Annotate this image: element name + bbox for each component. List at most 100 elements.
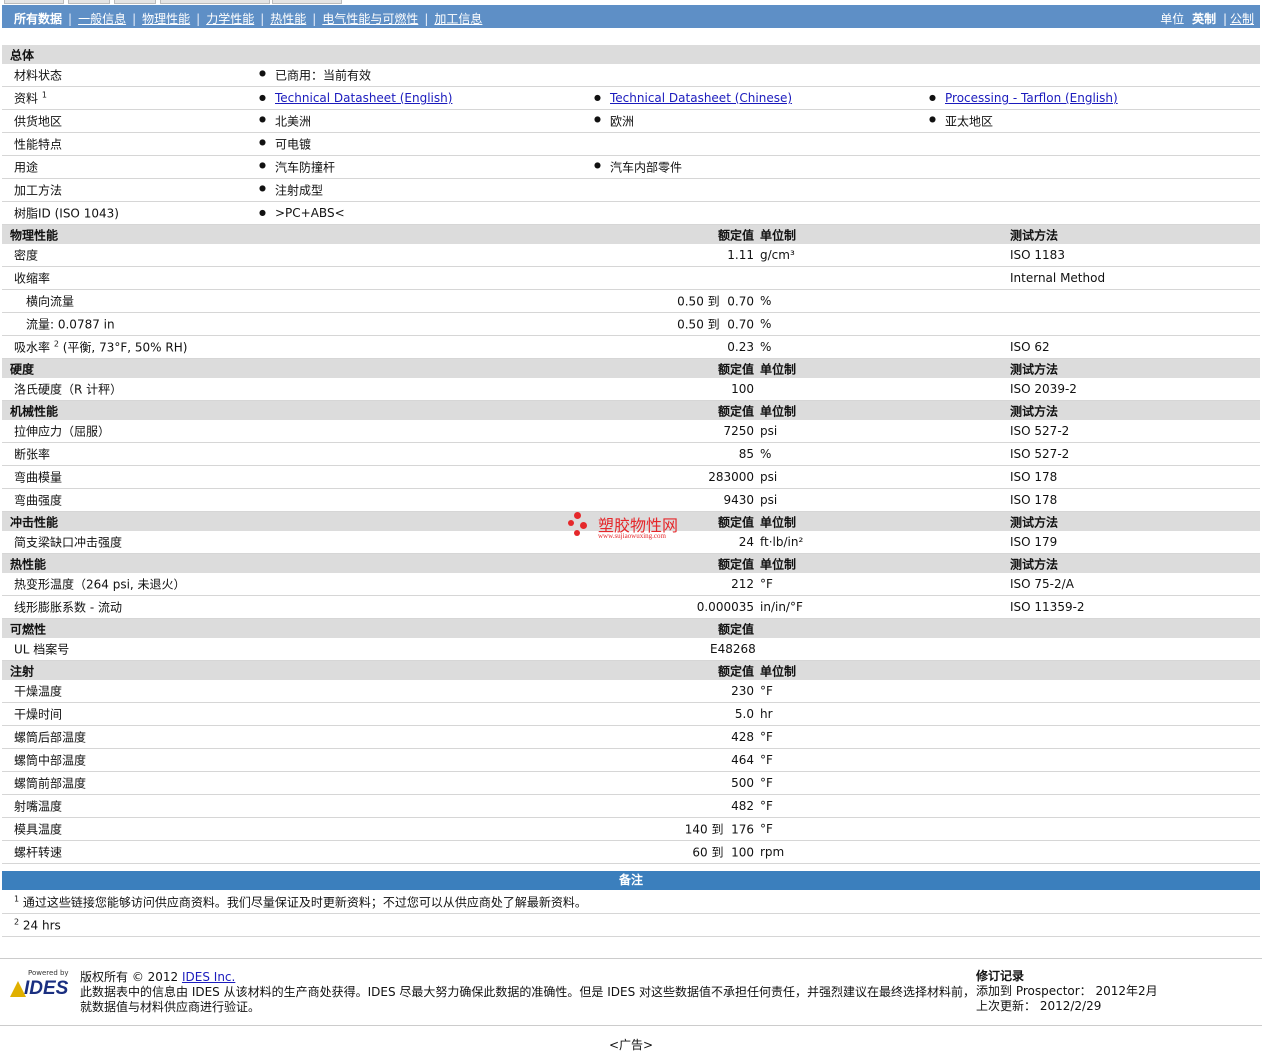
bullet-item-text: 欧洲 <box>610 114 635 129</box>
test-method: ISO 179 <box>1010 535 1058 549</box>
property-label-text: 干燥时间 <box>14 707 63 722</box>
property-value: 1.11 <box>727 248 754 262</box>
property-label-text: 吸水率 <box>14 340 51 355</box>
property-value: 464 <box>731 753 754 767</box>
property-value: 500 <box>731 776 754 790</box>
ides-inc-link[interactable]: IDES Inc. <box>182 970 235 984</box>
property-unit: °F <box>760 776 773 790</box>
ad-placeholder: <广告> <box>608 1038 654 1052</box>
nav-general-info[interactable]: 一般信息 <box>78 12 126 26</box>
property-label-text: 螺杆转速 <box>14 845 63 860</box>
injection-row: 射嘴温度 482 °F <box>2 795 1260 818</box>
disclaimer-line-1: 此数据表中的信息由 IDES 从该材料的生产商处获得。IDES 尽最大努力确保此… <box>80 985 976 999</box>
property-label-text: 拉伸应力（屈服） <box>14 424 111 439</box>
mechanical-row: 弯曲模量 283000 psi ISO 178 <box>2 466 1260 489</box>
revision-added: 添加到 Prospector： 2012年2月 <box>976 984 1158 998</box>
property-unit: % <box>760 340 772 354</box>
section-header-injection: 注射 额定值 单位制 <box>2 661 1260 680</box>
datasheet-link[interactable]: Technical Datasheet (English) <box>259 91 452 105</box>
nav-processing[interactable]: 加工信息 <box>434 12 482 26</box>
nav-all-data[interactable]: 所有数据 <box>14 12 62 26</box>
col-header-method: 测试方法 <box>1010 557 1059 571</box>
test-method: ISO 62 <box>1010 340 1050 354</box>
hardness-row: 洛氏硬度（R 计秤） 100 ISO 2039-2 <box>2 378 1260 401</box>
property-unit: rpm <box>760 845 785 859</box>
note-2: 2 24 hrs <box>2 914 1260 937</box>
property-label: 性能特点 <box>14 136 62 153</box>
property-label: 螺筒中部温度 <box>14 752 86 769</box>
property-label-text: 流量: 0.0787 in <box>26 317 115 332</box>
section-header-physical: 物理性能 额定值 单位制 测试方法 <box>2 225 1260 244</box>
copyright-text: 版权所有 © 2012 <box>80 970 182 984</box>
property-value: 0.23 <box>727 340 754 354</box>
test-method: ISO 178 <box>1010 493 1058 507</box>
property-label-text: 加工方法 <box>14 183 63 198</box>
property-label-text: 弯曲强度 <box>14 493 63 508</box>
property-unit: % <box>760 317 772 331</box>
property-label: 弯曲强度 <box>14 492 62 509</box>
injection-row: 干燥时间 5.0 hr <box>2 703 1260 726</box>
property-label: 资料 1 <box>14 90 47 107</box>
datasheet-link-text[interactable]: Technical Datasheet (Chinese) <box>610 91 792 105</box>
nav-thermal[interactable]: 热性能 <box>270 12 306 26</box>
unit-metric-link[interactable]: 公制 <box>1230 12 1254 26</box>
property-label: UL 档案号 <box>14 641 69 658</box>
property-value: 140 到 176 <box>684 822 754 837</box>
property-unit: in/in/°F <box>760 600 803 614</box>
bullet-item: 亚太地区 <box>929 113 994 130</box>
property-label: 供货地区 <box>14 113 62 130</box>
property-value: 9430 <box>723 493 754 507</box>
nav-electrical[interactable]: 电气性能与可燃性 <box>322 12 418 26</box>
datasheet-link-text[interactable]: Processing - Tarflon (English) <box>945 91 1118 105</box>
bullet-item-text: 亚太地区 <box>945 114 994 129</box>
bullet-item: 北美洲 <box>259 113 311 130</box>
revision-title: 修订记录 <box>976 969 1025 983</box>
property-label-text: 洛氏硬度（R 计秤） <box>14 382 123 397</box>
property-label-text: 弯曲模量 <box>14 470 63 485</box>
property-label-text: 简支梁缺口冲击强度 <box>14 535 123 550</box>
property-label: 射嘴温度 <box>14 798 62 815</box>
property-value: 482 <box>731 799 754 813</box>
units-label: 单位 <box>1160 12 1185 26</box>
property-value: 0.50 到 0.70 <box>677 317 754 332</box>
property-label: 拉伸应力（屈服） <box>14 423 110 440</box>
property-label: 用途 <box>14 159 38 176</box>
test-method: ISO 178 <box>1010 470 1058 484</box>
datasheet-link[interactable]: Technical Datasheet (Chinese) <box>594 91 792 105</box>
property-label-text: 密度 <box>14 248 39 263</box>
bullet-item-text: 可电镀 <box>275 137 312 152</box>
watermark-url: www.sujiaowuxing.com <box>598 532 666 540</box>
property-label-text: 资料 <box>14 91 39 106</box>
mechanical-row: 断张率 85% ISO 527-2 <box>2 443 1260 466</box>
datasheet-link[interactable]: Processing - Tarflon (English) <box>929 91 1118 105</box>
property-unit: % <box>760 447 772 461</box>
col-header-value: 额定值 <box>717 557 754 571</box>
section-header-hardness: 硬度 额定值 单位制 测试方法 <box>2 359 1260 378</box>
datasheet-link-text[interactable]: Technical Datasheet (English) <box>275 91 452 105</box>
injection-row: 螺杆转速 60 到 100 rpm <box>2 841 1260 864</box>
section-title: 总体 <box>10 48 35 62</box>
property-value: 85 <box>738 447 754 461</box>
section-title: 硬度 <box>10 362 35 376</box>
col-header-method: 测试方法 <box>1010 228 1059 242</box>
watermark-logo: 塑胶物性网 www.sujiaowuxing.com <box>566 512 706 544</box>
mechanical-row: 弯曲强度 9430 psi ISO 178 <box>2 489 1260 512</box>
col-header-value: 额定值 <box>717 362 754 376</box>
property-label: 螺杆转速 <box>14 844 62 861</box>
col-header-unit: 单位制 <box>760 362 797 376</box>
property-label-text: 横向流量 <box>26 294 75 309</box>
property-label-text: 热变形温度（264 psi, 未退火） <box>14 577 186 592</box>
nav-physical[interactable]: 物理性能 <box>142 12 190 26</box>
col-header-unit: 单位制 <box>760 404 797 418</box>
property-label-text: 干燥温度 <box>14 684 63 699</box>
section-nav-bar: 所有数据 | 一般信息 | 物理性能 | 力学性能 | 热性能 | 电气性能与可燃性 | 加工信息 单位… <box>2 5 1260 28</box>
property-label: 模具温度 <box>14 821 62 838</box>
injection-row: 螺筒前部温度 500 °F <box>2 772 1260 795</box>
test-method: Internal Method <box>1010 271 1106 285</box>
property-unit: °F <box>760 684 773 698</box>
unit-switcher: 单位 英制 | 公制 <box>1160 12 1254 26</box>
property-label: 树脂ID (ISO 1043) <box>14 205 119 222</box>
nav-mechanical[interactable]: 力学性能 <box>206 12 254 26</box>
thermal-row: 线形膨胀系数 - 流动 0.000035 in/in/°F ISO 11359-2 <box>2 596 1260 619</box>
property-label: 螺筒后部温度 <box>14 729 86 746</box>
